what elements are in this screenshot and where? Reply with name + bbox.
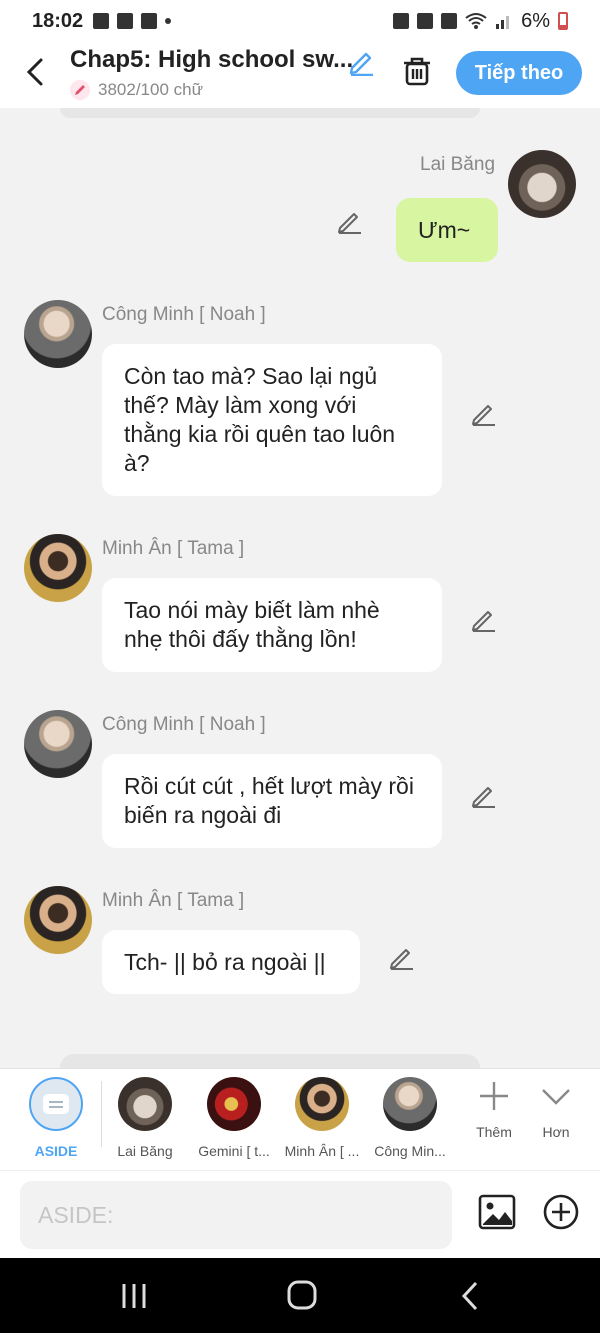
avatar[interactable] (24, 710, 92, 778)
edit-icon[interactable] (388, 942, 416, 970)
message-bubble[interactable]: Tch- || bỏ ra ngoài || (102, 930, 360, 994)
battery-icon (558, 12, 568, 30)
message-bubble[interactable]: Rồi cút cút , hết lượt mày rồi biến ra n… (102, 754, 442, 848)
edit-icon[interactable] (336, 206, 364, 234)
previous-message-hint (60, 108, 480, 118)
avatar (118, 1077, 172, 1131)
input-bar (0, 1170, 600, 1258)
back-icon (26, 58, 43, 86)
character-selector: ASIDE Lai Băng Gemini [ t... Minh Ân [ .… (0, 1068, 600, 1170)
system-icons: 6% (393, 10, 568, 33)
character-aside[interactable]: ASIDE (13, 1077, 99, 1159)
status-time: 18:02 (32, 9, 84, 32)
message-bubble[interactable]: Ưm~ (396, 198, 498, 262)
gallery-notification-icon (93, 13, 110, 29)
next-button[interactable]: Tiếp theo (456, 51, 582, 95)
less-label: Hơn (542, 1124, 570, 1140)
sender-name: Công Minh [ Noah ] (102, 714, 266, 735)
more-label: Thêm (476, 1124, 512, 1140)
status-bar: 18:02 6% (0, 0, 600, 42)
alert-notification-icon (117, 13, 134, 29)
sender-name: Minh Ân [ Tama ] (102, 538, 245, 559)
image-icon[interactable] (478, 1193, 516, 1231)
pencil-icon (70, 80, 90, 100)
battery-percent: 6% (521, 9, 550, 32)
header: Chap5: High school sw... 3802/100 chữ Ti… (0, 42, 600, 108)
message-bubble[interactable]: Tao nói mày biết làm nhè nhẹ thôi đấy th… (102, 578, 442, 672)
word-count-text: 3802/100 chữ (98, 80, 203, 99)
edit-icon[interactable] (470, 398, 498, 426)
add-circle-icon[interactable] (542, 1193, 580, 1231)
character-minh-an[interactable]: Minh Ân [ ... (279, 1077, 365, 1159)
character-lai-bang[interactable]: Lai Băng (102, 1077, 188, 1159)
character-label: Gemini [ t... (198, 1143, 270, 1159)
signal-icon (496, 16, 510, 29)
chapter-title[interactable]: Chap5: High school sw... (70, 46, 353, 74)
edit-icon[interactable] (470, 604, 498, 632)
sender-name: Công Minh [ Noah ] (102, 304, 266, 325)
chevron-down-icon (542, 1089, 570, 1105)
character-cong-minh[interactable]: Công Min... (367, 1077, 453, 1159)
character-label: Lai Băng (117, 1143, 173, 1159)
sender-name: Minh Ân [ Tama ] (102, 890, 245, 911)
avatar (295, 1077, 349, 1131)
trash-icon[interactable] (400, 54, 434, 88)
recents-icon[interactable] (116, 1280, 156, 1312)
lock-icon (393, 13, 410, 29)
character-gemini[interactable]: Gemini [ t... (191, 1077, 277, 1159)
next-message-hint (60, 1054, 480, 1068)
avatar (207, 1077, 261, 1131)
avatar[interactable] (24, 300, 92, 368)
message-input[interactable] (20, 1181, 452, 1249)
notification-icons (93, 13, 172, 29)
wifi-icon (465, 13, 487, 29)
home-icon[interactable] (282, 1280, 322, 1312)
aside-icon (29, 1077, 83, 1131)
character-label: ASIDE (34, 1143, 78, 1159)
avatar[interactable] (24, 886, 92, 954)
expand-button[interactable]: Hơn (526, 1079, 586, 1140)
alarm-icon (417, 13, 434, 29)
chat-area[interactable]: Lai Băng Ưm~ Công Minh [ Noah ] Còn tao … (0, 108, 600, 1068)
plus-icon (480, 1082, 508, 1110)
add-character-button[interactable]: Thêm (464, 1079, 524, 1140)
avatar (383, 1077, 437, 1131)
edit-title-icon[interactable] (346, 46, 376, 76)
nav-back-icon[interactable] (452, 1280, 492, 1312)
navigation-bar (0, 1258, 600, 1333)
mute-icon (441, 13, 458, 29)
word-count: 3802/100 chữ (70, 80, 203, 100)
more-notifications-dot (165, 18, 172, 24)
sender-name: Lai Băng (420, 154, 496, 175)
avatar[interactable] (24, 534, 92, 602)
back-button[interactable] (20, 52, 50, 92)
edit-icon[interactable] (470, 780, 498, 808)
message-bubble[interactable]: Còn tao mà? Sao lại ngủ thế? Mày làm xon… (102, 344, 442, 496)
avatar[interactable] (508, 150, 576, 218)
shop-notification-icon (141, 13, 158, 29)
character-label: Minh Ân [ ... (284, 1143, 360, 1159)
character-label: Công Min... (374, 1143, 446, 1159)
